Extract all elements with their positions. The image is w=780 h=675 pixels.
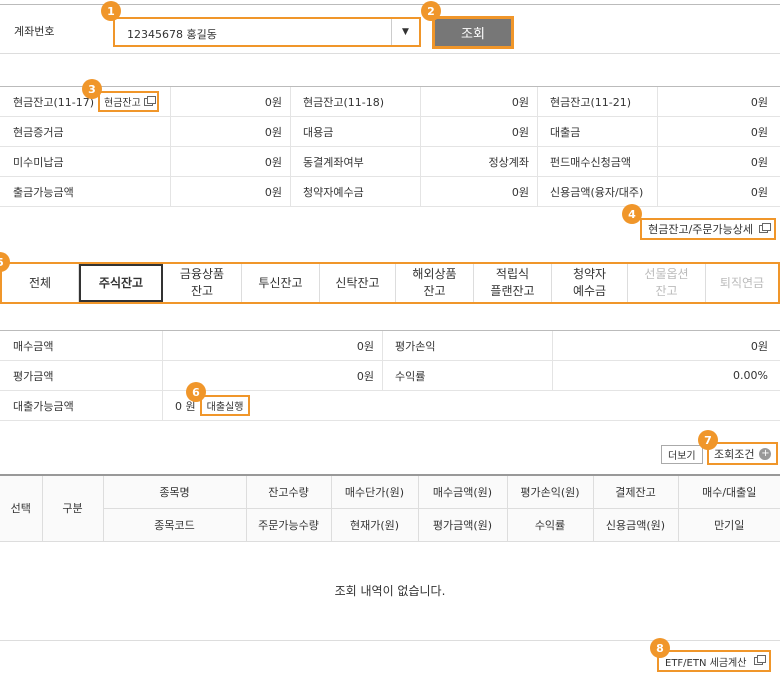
column-header: 구분 (42, 475, 104, 542)
balance-label: 현금잔고(11-18) (290, 87, 420, 116)
balance-label: 대용금 (290, 117, 420, 146)
callout-badge-8: 8 (650, 638, 670, 658)
tab-retirement-pension[interactable]: 퇴직연금 (706, 264, 778, 302)
balance-label: 청약자예수금 (290, 177, 420, 206)
empty-message: 조회 내역이 없습니다. (0, 541, 780, 641)
column-header: 주문가능수량 (246, 508, 332, 542)
summary-value: 0원 (162, 331, 382, 360)
balance-value: 0원 (170, 87, 290, 116)
balance-label: 펀드매수신청금액 (537, 147, 657, 176)
tab-all[interactable]: 전체 (2, 264, 79, 302)
balance-label: 동결계좌여부 (290, 147, 420, 176)
column-header: 선택 (0, 475, 43, 542)
column-header: 잔고수량 (246, 475, 332, 509)
column-header: 수익률 (507, 508, 594, 542)
tab-fund-balance[interactable]: 투신잔고 (242, 264, 320, 302)
balance-value: 0원 (657, 177, 780, 206)
balance-tabs: 전체 주식잔고 금융상품 잔고 투신잔고 신탁잔고 해외상품 잔고 적립식 플랜잔고 … (0, 262, 780, 304)
balance-value: 0원 (170, 147, 290, 176)
popup-window-icon (143, 95, 156, 106)
etf-etn-tax-calc-button[interactable]: ETF/ETN 세금계산 (657, 650, 772, 672)
tab-financial-products[interactable]: 금융상품 잔고 (163, 264, 242, 302)
tab-trust-balance[interactable]: 신탁잔고 (320, 264, 396, 302)
cash-balance-button[interactable]: 현금잔고 (98, 91, 159, 112)
column-header: 결제잔고 (593, 475, 679, 509)
column-header: 현재가(원) (331, 508, 419, 542)
tab-subscription-deposit[interactable]: 청약자 예수금 (552, 264, 628, 302)
callout-badge-2: 2 (421, 1, 441, 21)
balance-value: 0원 (657, 87, 780, 116)
balance-row: 현금증거금 0원 대용금 0원 대출금 0원 (0, 117, 780, 147)
column-header: 평가금액(원) (418, 508, 508, 542)
column-header: 신용금액(원) (593, 508, 679, 542)
balance-value: 0원 (657, 147, 780, 176)
balance-value: 0원 (170, 177, 290, 206)
column-header: 종목코드 (103, 508, 247, 542)
cash-order-detail-button[interactable]: 현금잔고/주문가능상세 (640, 218, 776, 240)
balance-row: 미수미납금 0원 동결계좌여부 정상계좌 펀드매수신청금액 0원 (0, 147, 780, 177)
column-header: 만기일 (678, 508, 780, 542)
plus-circle-icon: + (759, 447, 772, 460)
callout-badge-4: 4 (622, 204, 642, 224)
popup-window-icon (759, 223, 771, 233)
summary-row: 대출가능금액 0 원 대출실행 (0, 391, 780, 421)
holdings-table: 선택 구분 종목명 잔고수량 매수단가(원) 매수금액(원) 평가손익(원) 결… (0, 474, 780, 542)
balance-value: 0원 (420, 117, 537, 146)
summary-label: 수익률 (382, 361, 552, 390)
balance-grid: 현금잔고(11-17) 현금잔고 0원 현금잔고(11-18) 0원 현금잔고(… (0, 86, 780, 207)
table-header-row: 선택 구분 종목명 잔고수량 매수단가(원) 매수금액(원) 평가손익(원) 결… (0, 475, 780, 542)
column-header: 평가손익(원) (507, 475, 594, 509)
balance-value: 정상계좌 (420, 147, 537, 176)
account-select-value: 12345678 홍길동 (127, 28, 217, 41)
summary-value: 0.00% (552, 361, 780, 390)
loan-execute-button[interactable]: 대출실행 (199, 395, 251, 416)
account-select[interactable]: 12345678 홍길동 ▼ (113, 17, 421, 47)
summary-label: 평가금액 (13, 369, 54, 383)
callout-badge-6: 6 (186, 382, 206, 402)
account-label: 계좌번호 (14, 25, 55, 38)
balance-label: 출금가능금액 (13, 185, 74, 199)
stock-summary: 매수금액 0원 평가손익 0원 평가금액 0원 수익률 0.00% 대출가능금액… (0, 330, 780, 421)
column-header: 매수/대출일 (678, 475, 780, 509)
tab-savings-plan[interactable]: 적립식 플랜잔고 (474, 264, 552, 302)
search-condition-button[interactable]: 조회조건 + (707, 442, 779, 465)
table-header-row: 종목코드 주문가능수량 현재가(원) 평가금액(원) 수익률 신용금액(원) 만… (0, 508, 780, 542)
dropdown-arrow-icon[interactable]: ▼ (391, 19, 419, 45)
balance-label: 현금잔고(11-17) (13, 95, 95, 109)
callout-badge-7: 7 (698, 430, 718, 450)
summary-row: 매수금액 0원 평가손익 0원 (0, 331, 780, 361)
callout-badge-3: 3 (82, 79, 102, 99)
summary-value: 0원 (552, 331, 780, 360)
balance-value: 0원 (170, 117, 290, 146)
balance-row: 현금잔고(11-17) 현금잔고 0원 현금잔고(11-18) 0원 현금잔고(… (0, 87, 780, 117)
balance-label: 신용금액(융자/대주) (537, 177, 657, 206)
callout-badge-1: 1 (101, 1, 121, 21)
column-header: 매수금액(원) (418, 475, 508, 509)
balance-label: 미수미납금 (13, 155, 64, 169)
summary-row: 평가금액 0원 수익률 0.00% (0, 361, 780, 391)
search-button[interactable]: 조회 (432, 16, 514, 49)
balance-row: 출금가능금액 0원 청약자예수금 0원 신용금액(융자/대주) 0원 (0, 177, 780, 207)
tab-futures-options[interactable]: 선물옵션 잔고 (628, 264, 706, 302)
tab-stock-balance[interactable]: 주식잔고 (79, 264, 163, 302)
tab-overseas-products[interactable]: 해외상품 잔고 (396, 264, 474, 302)
summary-label: 평가손익 (382, 331, 552, 360)
column-header: 종목명 (103, 475, 247, 509)
balance-label: 현금증거금 (13, 125, 64, 139)
balance-label: 현금잔고(11-21) (537, 87, 657, 116)
summary-label: 매수금액 (13, 339, 54, 353)
summary-label: 대출가능금액 (13, 399, 74, 413)
balance-label: 대출금 (537, 117, 657, 146)
more-button[interactable]: 더보기 (661, 445, 703, 464)
popup-window-icon (754, 655, 767, 665)
column-header: 매수단가(원) (331, 475, 419, 509)
balance-value: 0원 (420, 87, 537, 116)
balance-value: 0원 (657, 117, 780, 146)
balance-value: 0원 (420, 177, 537, 206)
